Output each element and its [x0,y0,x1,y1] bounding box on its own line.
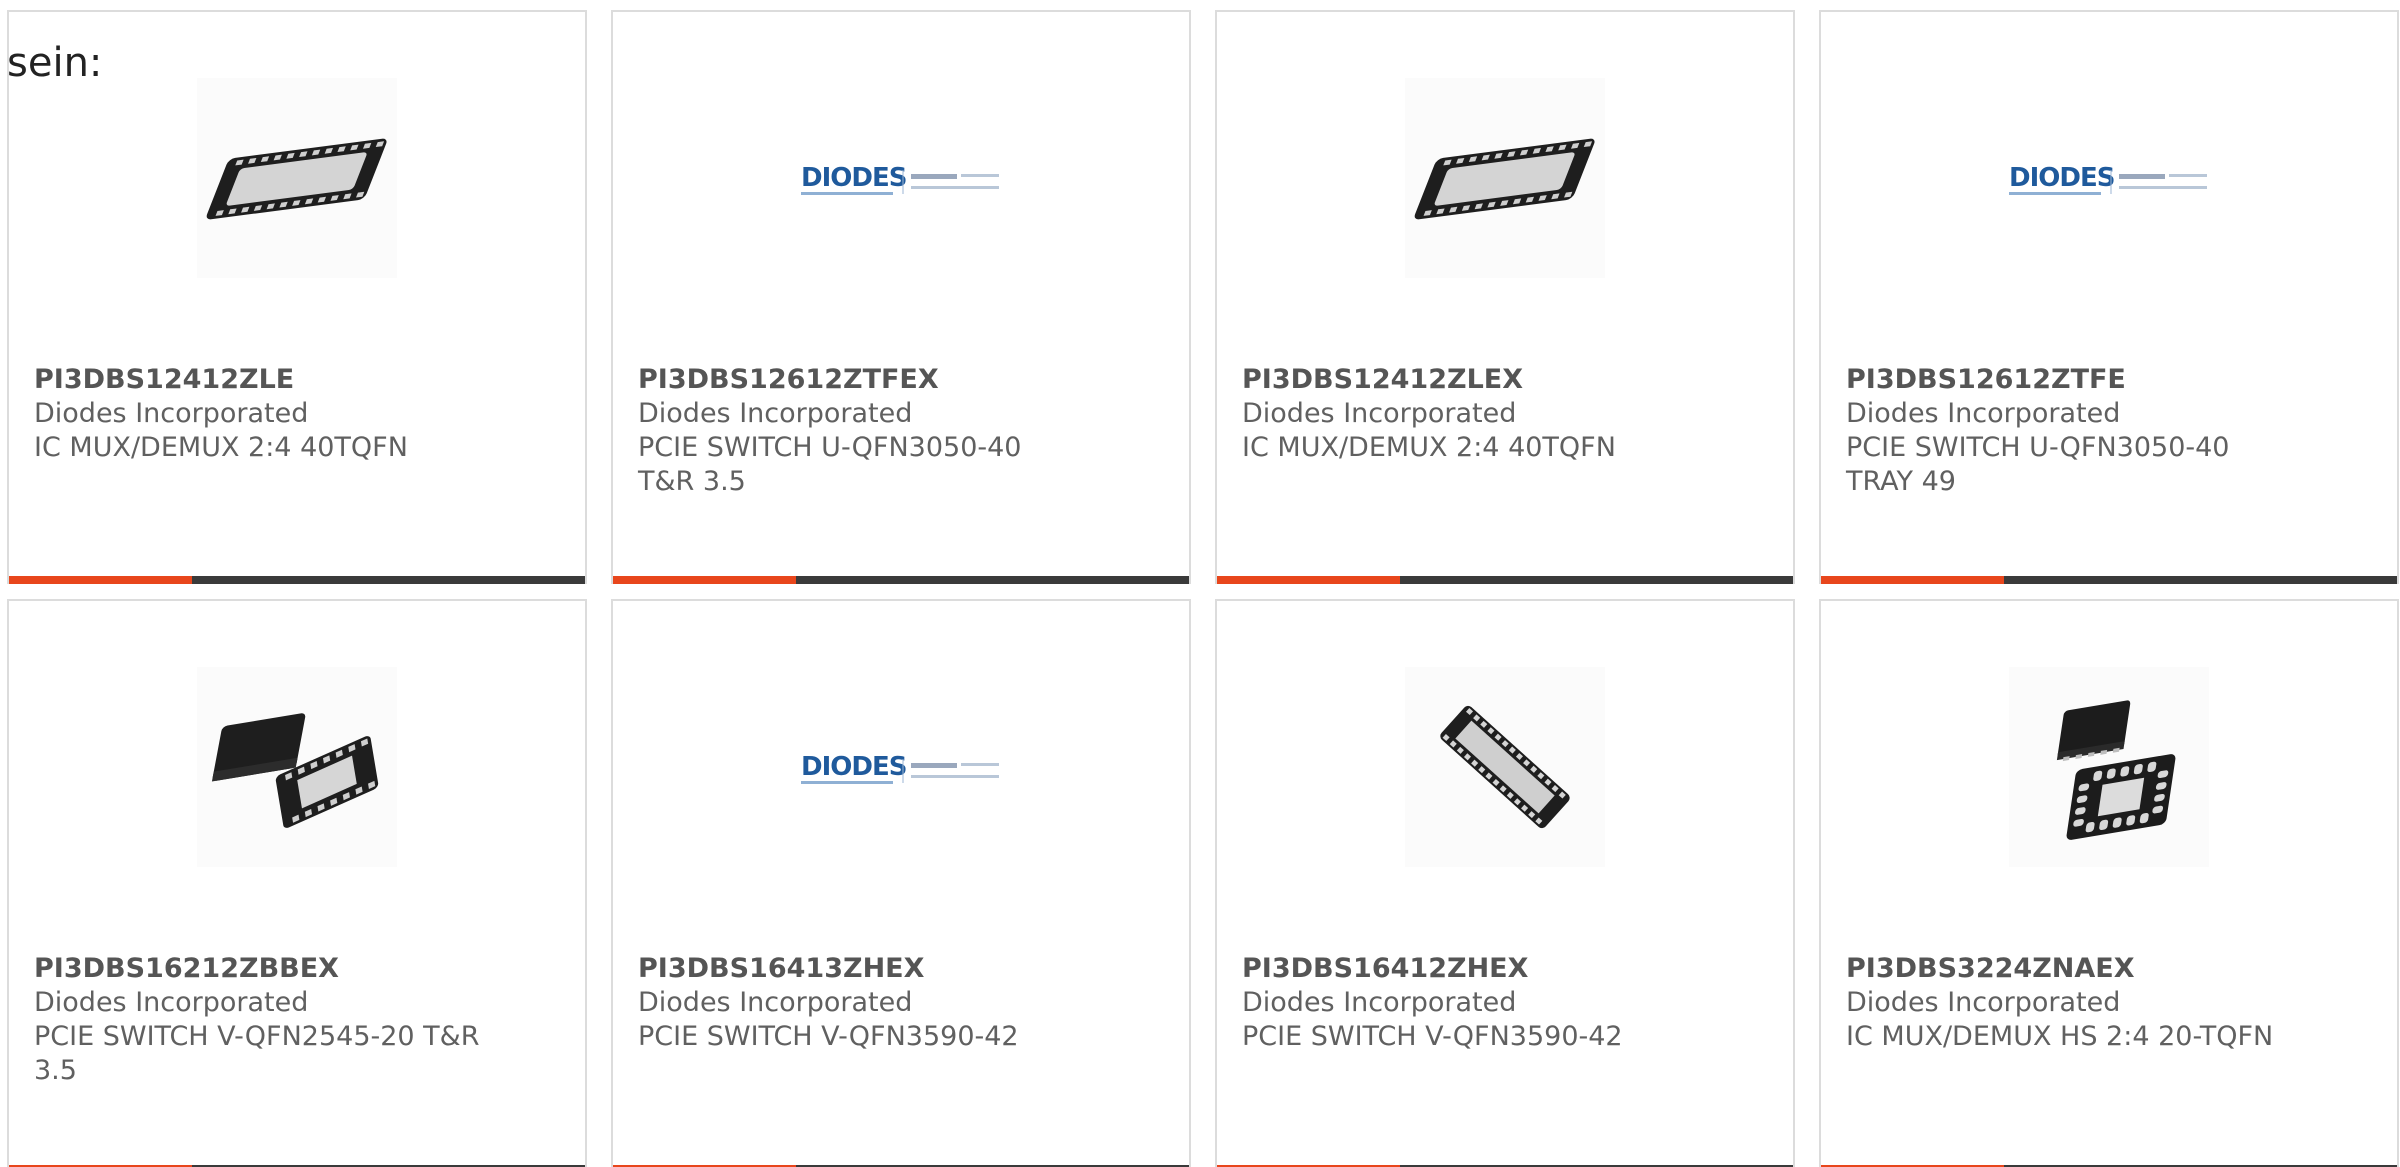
manufacturer-name: Diodes Incorporated [1846,398,2121,429]
product-description: TRAY 49 [1846,466,1956,497]
svg-text:DIODES: DIODES [2009,163,2114,193]
part-number-link[interactable]: PI3DBS12612ZTFE [1846,363,2316,397]
page-lead-text: sein: [7,40,103,86]
part-number-link[interactable]: PI3DBS16413ZHEX [638,952,1108,986]
manufacturer-name: Diodes Incorporated [1242,398,1517,429]
product-description: 3.5 [34,1055,77,1086]
part-number-link[interactable]: PI3DBS12412ZLE [34,363,504,397]
product-card[interactable]: PI3DBS12412ZLEX Diodes Incorporated IC MUX… [1215,10,1795,584]
product-info: PI3DBS16212ZBBEX Diodes Incorporated PCIE … [34,952,504,1088]
diodes-pericom-logo-image[interactable]: DIODES [801,667,1001,867]
product-card[interactable]: DIODES PI3DBS12612ZTFE Diodes Incorporate… [1819,10,2399,584]
part-number-link[interactable]: PI3DBS16212ZBBEX [34,952,504,986]
part-number-link[interactable]: PI3DBS3224ZNAEX [1846,952,2316,986]
product-info: PI3DBS12612ZTFE Diodes Incorporated PCIE S… [1846,363,2316,499]
svg-text:DIODES: DIODES [801,752,906,782]
product-info: PI3DBS12412ZLEX Diodes Incorporated IC MUX… [1242,363,1712,465]
manufacturer-name: Diodes Incorporated [34,398,309,429]
card-footer-bar [1821,576,2397,584]
product-info: PI3DBS3224ZNAEX Diodes Incorporated IC MUX… [1846,952,2316,1054]
svg-text:DIODES: DIODES [801,163,906,193]
product-description: T&R 3.5 [638,466,746,497]
product-card[interactable]: PI3DBS3224ZNAEX Diodes Incorporated IC MUX… [1819,599,2399,1167]
product-description: IC MUX/DEMUX 2:4 40TQFN [1242,432,1616,463]
card-footer-bar [1217,576,1793,584]
product-card[interactable]: DIODES PI3DBS16413ZHEX Diodes Incorporate… [611,599,1191,1167]
card-footer-bar [613,576,1189,584]
card-accent-bar [1217,576,1400,584]
product-description: PCIE SWITCH V-QFN3590-42 [638,1021,1019,1052]
product-info: PI3DBS12612ZTFEX Diodes Incorporated PCIE … [638,363,1108,499]
product-image[interactable] [1405,667,1605,867]
manufacturer-name: Diodes Incorporated [34,987,309,1018]
manufacturer-name: Diodes Incorporated [638,398,913,429]
product-image[interactable] [2009,667,2209,867]
manufacturer-name: Diodes Incorporated [1846,987,2121,1018]
product-info: PI3DBS16413ZHEX Diodes Incorporated PCIE S… [638,952,1108,1054]
product-description: PCIE SWITCH V-QFN2545-20 T&R [34,1021,480,1052]
product-description: IC MUX/DEMUX HS 2:4 20-TQFN [1846,1021,2274,1052]
product-card[interactable]: PI3DBS16412ZHEX Diodes Incorporated PCIE S… [1215,599,1795,1167]
product-description: PCIE SWITCH V-QFN3590-42 [1242,1021,1623,1052]
product-image[interactable] [197,78,397,278]
card-accent-bar [9,576,192,584]
product-image[interactable] [197,667,397,867]
card-accent-bar [613,576,796,584]
product-image[interactable] [1405,78,1605,278]
product-info: PI3DBS16412ZHEX Diodes Incorporated PCIE S… [1242,952,1712,1054]
product-info: PI3DBS12412ZLE Diodes Incorporated IC MUX/… [34,363,504,465]
manufacturer-name: Diodes Incorporated [1242,987,1517,1018]
diodes-pericom-logo-image[interactable]: DIODES [801,78,1001,278]
product-card[interactable]: PI3DBS12412ZLE Diodes Incorporated IC MUX/… [7,10,587,584]
product-card[interactable]: PI3DBS16212ZBBEX Diodes Incorporated PCIE … [7,599,587,1167]
manufacturer-name: Diodes Incorporated [638,987,913,1018]
product-description: PCIE SWITCH U-QFN3050-40 [1846,432,2230,463]
product-description: PCIE SWITCH U-QFN3050-40 [638,432,1022,463]
product-description: IC MUX/DEMUX 2:4 40TQFN [34,432,408,463]
part-number-link[interactable]: PI3DBS16412ZHEX [1242,952,1712,986]
diodes-pericom-logo-image[interactable]: DIODES [2009,78,2209,278]
part-number-link[interactable]: PI3DBS12412ZLEX [1242,363,1712,397]
product-card[interactable]: DIODES PI3DBS12612ZTFEX Diodes Incorporat… [611,10,1191,584]
part-number-link[interactable]: PI3DBS12612ZTFEX [638,363,1108,397]
card-accent-bar [1821,576,2004,584]
card-footer-bar [9,576,585,584]
product-grid: PI3DBS12412ZLE Diodes Incorporated IC MUX/… [0,0,2400,1167]
